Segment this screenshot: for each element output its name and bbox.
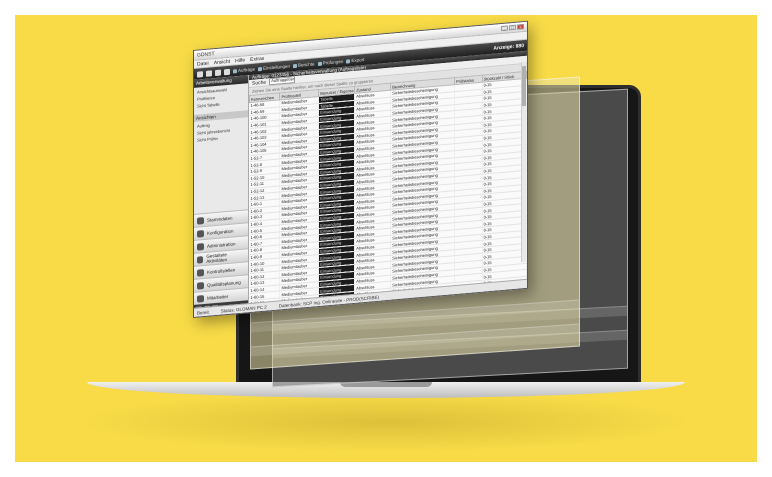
main-panel: Aufträge: 0123456 - Sicherheitsverwaltun… bbox=[249, 50, 527, 319]
orders-table: Kennzeichen Prüfmodell Benutzer / Eigensch… bbox=[249, 71, 527, 319]
menu-item[interactable]: Hilfe bbox=[235, 57, 245, 64]
save-icon[interactable] bbox=[215, 69, 221, 76]
app-window: GDNST _ □ × Datei Ansicht Hilfe Extras Auft… bbox=[193, 20, 528, 319]
toolbar-item-icon bbox=[317, 61, 322, 66]
module-icon bbox=[197, 242, 204, 251]
status-server: Status: GLOMAN PC 2 bbox=[220, 304, 267, 314]
module-icon bbox=[197, 281, 204, 290]
sidebar: Arbeitsverwaltung Ansichtsauswahl Profili… bbox=[194, 75, 249, 315]
close-button[interactable]: × bbox=[517, 24, 524, 30]
menu-item[interactable]: Ansicht bbox=[214, 58, 230, 65]
module-icon bbox=[197, 216, 204, 225]
nav-button-label: Stammdaten bbox=[207, 215, 233, 223]
menu-item[interactable]: Datei bbox=[197, 60, 209, 67]
toolbar-item[interactable]: Prüfungen bbox=[317, 58, 344, 66]
module-icon bbox=[197, 268, 204, 277]
status-left: Bereit bbox=[197, 309, 209, 316]
toolbar-item-label: Export bbox=[351, 57, 365, 64]
new-icon[interactable] bbox=[197, 70, 203, 78]
toolbar-item-label: Berichte bbox=[298, 61, 315, 68]
module-icon bbox=[197, 255, 204, 264]
print-icon[interactable] bbox=[224, 68, 230, 75]
toolbar-item[interactable]: Export bbox=[346, 57, 364, 64]
toolbar-item[interactable]: Einstellungen bbox=[258, 64, 290, 72]
toolbar-item-icon bbox=[293, 63, 298, 68]
nav-button-label: Qualitätsplanung bbox=[207, 279, 241, 288]
toolbar-item-label: Aufträge bbox=[238, 66, 256, 74]
toolbar-item-icon bbox=[258, 66, 263, 71]
filter-label: Suche bbox=[252, 79, 267, 87]
toolbar-item-icon bbox=[346, 58, 351, 64]
toolbar-item-label: Prüfungen bbox=[322, 58, 344, 66]
marketing-scene: GDNST _ □ × Datei Ansicht Hilfe Extras Auft… bbox=[0, 0, 772, 477]
open-icon[interactable] bbox=[206, 69, 212, 77]
vertical-scrollbar[interactable] bbox=[521, 61, 526, 263]
toolbar-item[interactable]: Berichte bbox=[293, 61, 315, 68]
brand-label: Anzeige: 880 bbox=[493, 42, 524, 52]
nav-button-label: Mitarbeiter bbox=[207, 293, 229, 301]
nav-button-label: Kontrollstellen bbox=[207, 266, 236, 275]
nav-button-label: Konfiguration bbox=[207, 227, 234, 236]
maximize-button[interactable]: □ bbox=[509, 24, 516, 31]
menu-item[interactable]: Extras bbox=[250, 55, 264, 62]
minimize-button[interactable]: _ bbox=[501, 25, 508, 32]
toolbar-item-label: Einstellungen bbox=[263, 63, 291, 71]
module-icon bbox=[197, 229, 204, 238]
module-icon bbox=[197, 294, 204, 303]
laptop-shadow bbox=[80, 392, 692, 452]
toolbar-item-icon bbox=[233, 68, 237, 74]
toolbar-item[interactable]: Aufträge bbox=[233, 67, 255, 74]
nav-button-label: Administration bbox=[207, 240, 236, 249]
